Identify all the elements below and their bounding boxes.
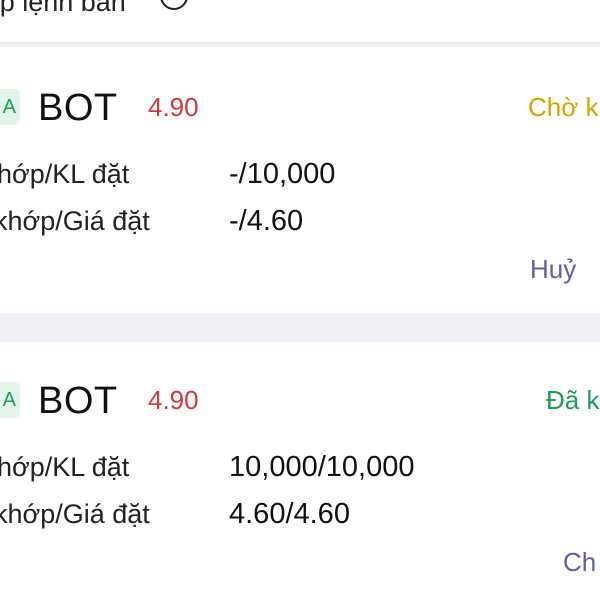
order-action-button[interactable]: Ch [563, 547, 596, 578]
order-status: Đã k [546, 385, 600, 415]
cancel-order-button[interactable]: Huỷ [530, 254, 576, 285]
order-history-screen: ớp lệnh bán A BOT 4.90 Chờ k hớp/KL đặt … [0, 0, 600, 600]
matched-volume-value: 10,000/10,000 [229, 451, 415, 483]
matched-volume-value: -/10,000 [229, 158, 336, 190]
matched-price-label: khớp/Giá đặt [0, 206, 150, 236]
ticker-symbol: BOT [38, 87, 118, 129]
order-card[interactable]: A BOT 4.90 Chờ k hớp/KL đặt -/10,000 khớ… [0, 47, 600, 313]
matched-price-value: -/4.60 [229, 205, 304, 237]
section-title: ớp lệnh bán [0, 0, 126, 17]
current-price: 4.90 [148, 385, 199, 415]
matched-volume-label: hớp/KL đặt [0, 452, 130, 482]
section-header: ớp lệnh bán [0, 0, 600, 43]
matched-price-value: 4.60/4.60 [229, 498, 350, 530]
matched-price-label: khớp/Giá đặt [0, 499, 150, 529]
matched-volume-label: hớp/KL đặt [0, 159, 130, 189]
exchange-badge: A [0, 382, 20, 418]
info-icon[interactable] [160, 0, 188, 10]
order-card[interactable]: A BOT 4.90 Đã k hớp/KL đặt 10,000/10,000… [0, 342, 600, 600]
exchange-badge: A [0, 89, 20, 125]
ticker-symbol: BOT [38, 380, 118, 422]
current-price: 4.90 [148, 92, 199, 122]
order-status: Chờ k [528, 92, 599, 122]
